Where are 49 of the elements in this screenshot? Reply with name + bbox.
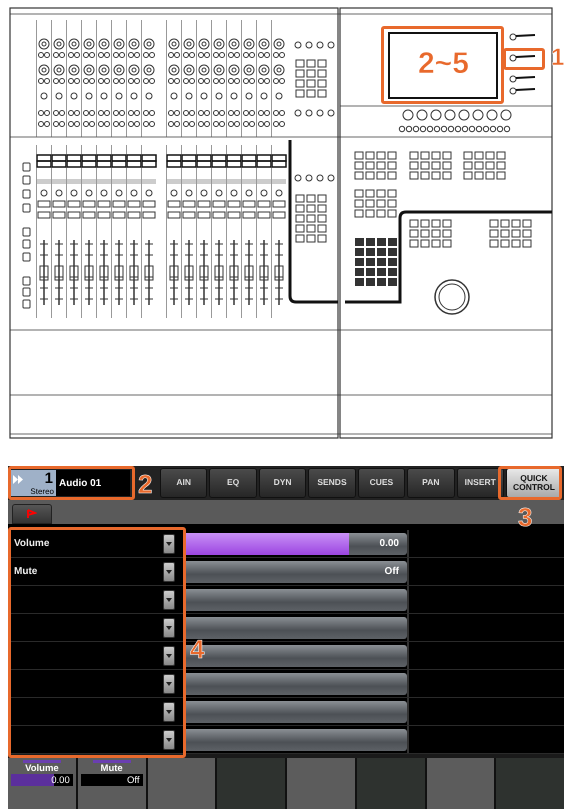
parameter-button[interactable] bbox=[183, 588, 407, 610]
parameter-button[interactable]: Off bbox=[183, 560, 407, 582]
parameter-value: 0.00 bbox=[380, 538, 400, 549]
dropdown-button[interactable] bbox=[163, 618, 175, 638]
tab[interactable]: PAN bbox=[407, 468, 455, 498]
callout-number: 1 bbox=[551, 46, 564, 70]
parameter-button[interactable] bbox=[183, 728, 407, 750]
fast-forward-icon bbox=[13, 475, 24, 484]
dropdown-button[interactable] bbox=[163, 702, 175, 722]
parameter-slider[interactable]: 0.00 bbox=[183, 532, 407, 554]
parameter-button[interactable] bbox=[183, 616, 407, 638]
parameter-name: Mute bbox=[13, 566, 38, 577]
control-strip[interactable]: Mute Off bbox=[78, 758, 146, 809]
strip-name: Mute bbox=[100, 763, 124, 774]
tab[interactable]: EQ bbox=[209, 468, 257, 498]
caret-icon bbox=[166, 654, 172, 658]
dropdown-button[interactable] bbox=[163, 534, 175, 554]
track-format: Stereo bbox=[30, 487, 54, 496]
flag-button[interactable] bbox=[12, 504, 52, 524]
tab[interactable]: AIN bbox=[160, 468, 208, 498]
dropdown-button[interactable] bbox=[163, 562, 175, 582]
tab[interactable]: DYN bbox=[258, 468, 306, 498]
dropdown-button[interactable] bbox=[163, 646, 175, 666]
caret-icon bbox=[166, 542, 172, 546]
caret-icon bbox=[166, 710, 172, 714]
caret-icon bbox=[166, 570, 172, 574]
callout-number: 2 bbox=[138, 471, 152, 497]
tab[interactable]: CUES bbox=[358, 468, 406, 498]
strip-name: Volume bbox=[24, 763, 60, 774]
caret-icon bbox=[166, 738, 172, 742]
dropdown-button[interactable] bbox=[163, 590, 175, 610]
flag-icon bbox=[27, 509, 37, 519]
tab[interactable]: QUICK CONTROL bbox=[506, 468, 562, 498]
parameter-button[interactable] bbox=[183, 700, 407, 722]
callout-frame bbox=[498, 466, 562, 500]
caret-icon bbox=[166, 626, 172, 630]
strip-value: Off bbox=[127, 774, 140, 786]
caret-icon bbox=[166, 598, 172, 602]
parameter-name: Volume bbox=[13, 538, 50, 549]
caret-icon bbox=[166, 682, 172, 686]
tab[interactable]: INSERT bbox=[456, 468, 504, 498]
parameter-value: Off bbox=[384, 566, 400, 577]
dropdown-button[interactable] bbox=[163, 674, 175, 694]
tab[interactable]: SENDS bbox=[308, 468, 356, 498]
track-number: 1 bbox=[44, 470, 53, 487]
track-name: Audio 01 bbox=[58, 478, 102, 488]
callout-number: 2~5 bbox=[418, 49, 469, 79]
dropdown-button[interactable] bbox=[163, 730, 175, 750]
parameter-button[interactable] bbox=[183, 672, 407, 694]
